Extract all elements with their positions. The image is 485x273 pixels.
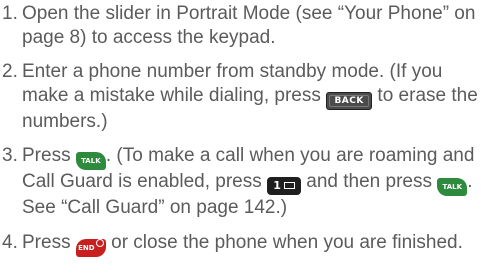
step-number: 3. bbox=[2, 145, 18, 166]
voicemail-key-icon: 1 bbox=[267, 177, 302, 195]
step-2: 2. Enter a phone number from standby mod… bbox=[0, 60, 480, 133]
step-number: 2. bbox=[2, 61, 18, 82]
step-3: 3. Press TALK. (To make a call when you … bbox=[0, 144, 480, 220]
envelope-icon bbox=[283, 182, 295, 189]
step-number: 1. bbox=[2, 3, 18, 24]
instruction-list: 1. Open the slider in Portrait Mode (see… bbox=[0, 0, 485, 257]
step-text: Press bbox=[22, 145, 76, 166]
step-text: Press bbox=[22, 231, 76, 253]
key-digit: 1 bbox=[273, 179, 281, 192]
step-1: 1. Open the slider in Portrait Mode (see… bbox=[0, 2, 480, 49]
talk-key-icon: TALK bbox=[437, 178, 468, 196]
back-key-icon: BACK bbox=[326, 91, 373, 110]
step-number: 4. bbox=[2, 231, 18, 253]
end-key-icon: END bbox=[75, 238, 106, 257]
step-text: Open the slider in Portrait Mode (see “Y… bbox=[22, 3, 476, 48]
power-icon bbox=[95, 238, 104, 247]
step-text: and then press bbox=[301, 171, 438, 192]
step-text: or close the phone when you are finished… bbox=[105, 231, 463, 253]
key-label: END bbox=[78, 243, 95, 252]
step-4: 4. Press END or close the phone when you… bbox=[0, 231, 480, 257]
talk-key-icon: TALK bbox=[75, 152, 106, 170]
